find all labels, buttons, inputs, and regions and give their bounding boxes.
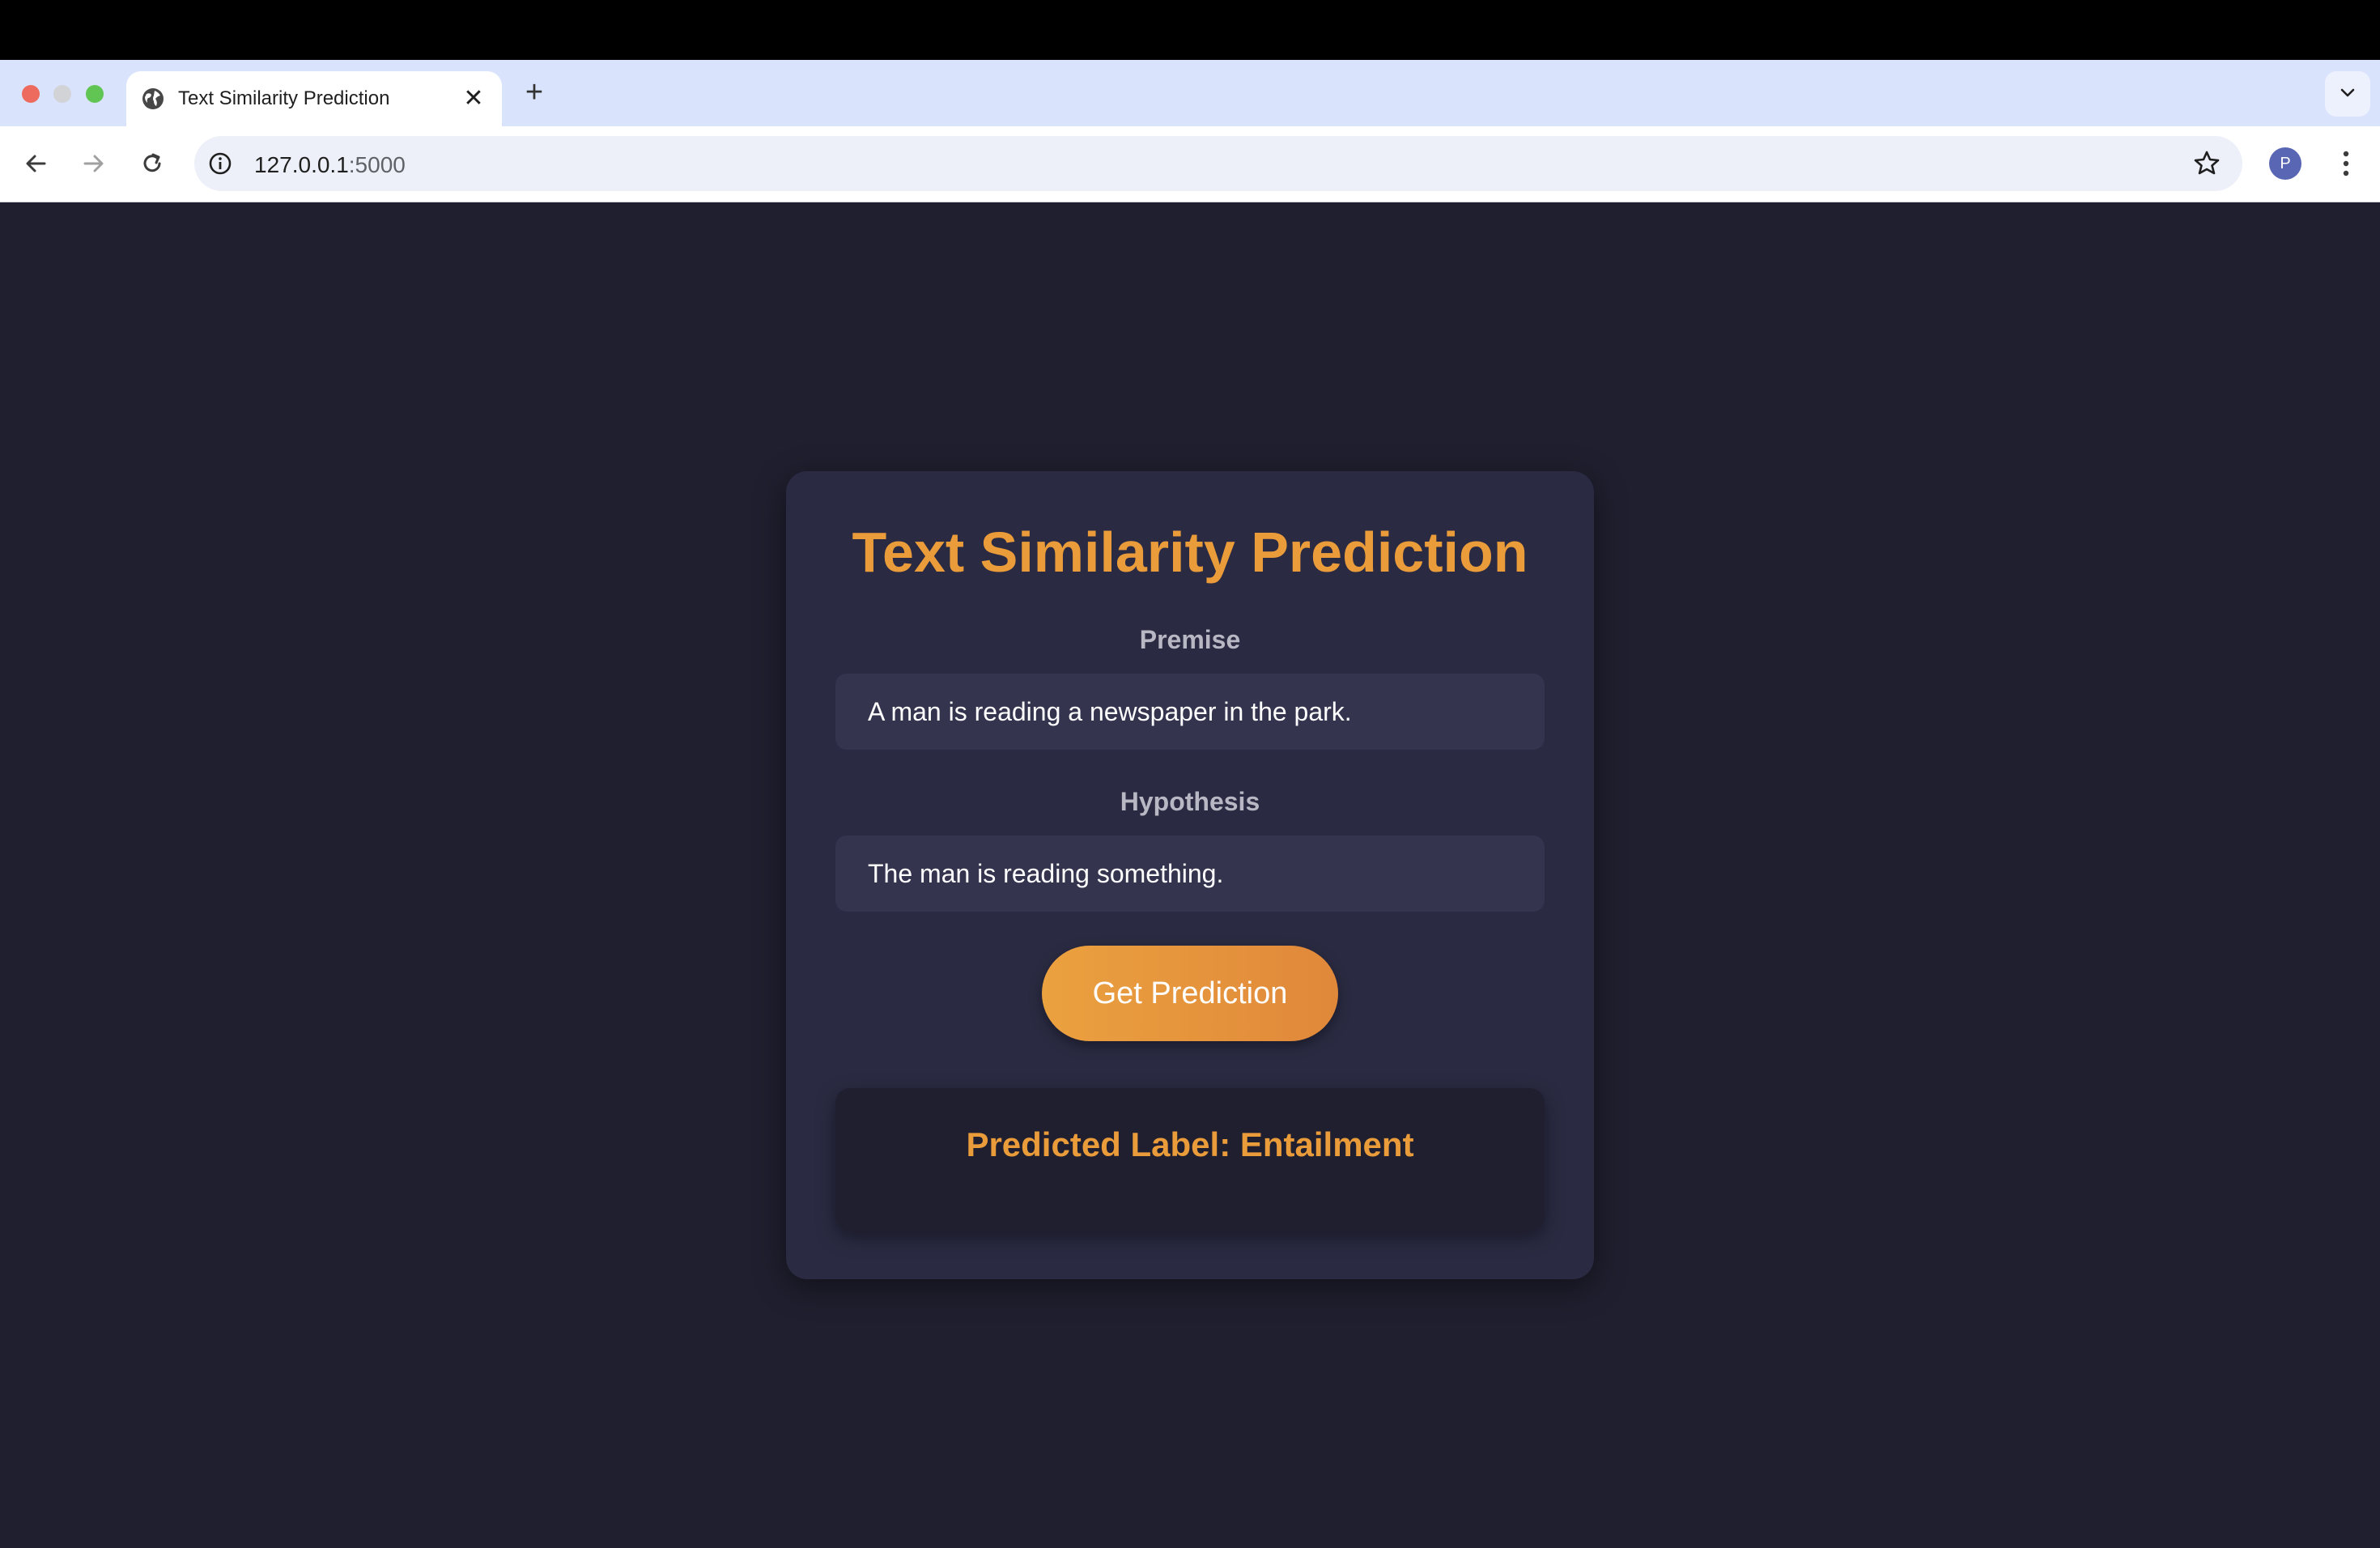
screen-top-bar bbox=[0, 0, 2380, 60]
tab-search-button[interactable] bbox=[2325, 71, 2370, 117]
chevron-down-icon bbox=[2338, 83, 2357, 106]
globe-icon bbox=[141, 87, 165, 111]
close-window-button[interactable] bbox=[22, 85, 40, 103]
premise-label: Premise bbox=[1139, 625, 1241, 654]
info-icon[interactable] bbox=[206, 149, 235, 178]
tab-title: Text Similarity Prediction bbox=[178, 87, 390, 109]
plus-icon[interactable]: + bbox=[518, 76, 550, 108]
predicted-label-text: Predicted Label: Entailment bbox=[966, 1125, 1414, 1163]
reload-icon[interactable] bbox=[133, 144, 172, 183]
hypothesis-input[interactable]: The man is reading something. bbox=[835, 836, 1545, 912]
forward-arrow-icon[interactable] bbox=[74, 144, 113, 183]
result-panel: Predicted Label: Entailment bbox=[835, 1088, 1545, 1231]
minimize-window-button[interactable] bbox=[53, 85, 71, 103]
address-bar[interactable]: 127.0.0.1:5000 bbox=[194, 136, 2242, 191]
close-icon[interactable]: ✕ bbox=[460, 85, 487, 113]
avatar[interactable]: P bbox=[2269, 147, 2301, 180]
prediction-card: Text Similarity Prediction Premise A man… bbox=[786, 471, 1594, 1279]
url-port: :5000 bbox=[348, 152, 406, 177]
tab-active[interactable]: Text Similarity Prediction ✕ bbox=[126, 71, 502, 126]
premise-input[interactable]: A man is reading a newspaper in the park… bbox=[835, 674, 1545, 750]
hypothesis-label: Hypothesis bbox=[1120, 787, 1260, 816]
back-arrow-icon[interactable] bbox=[16, 144, 55, 183]
tab-strip: Text Similarity Prediction ✕ + bbox=[0, 60, 2380, 126]
more-vert-icon[interactable] bbox=[2327, 144, 2365, 183]
browser-toolbar: 127.0.0.1:5000 P bbox=[0, 126, 2380, 202]
star-icon[interactable] bbox=[2191, 147, 2223, 180]
page-title: Text Similarity Prediction bbox=[852, 521, 1528, 584]
url-text: 127.0.0.1:5000 bbox=[254, 152, 406, 178]
url-host: 127.0.0.1 bbox=[254, 152, 349, 177]
maximize-window-button[interactable] bbox=[86, 85, 104, 103]
get-prediction-button[interactable]: Get Prediction bbox=[1042, 946, 1338, 1041]
page-viewport: Text Similarity Prediction Premise A man… bbox=[0, 202, 2380, 1548]
